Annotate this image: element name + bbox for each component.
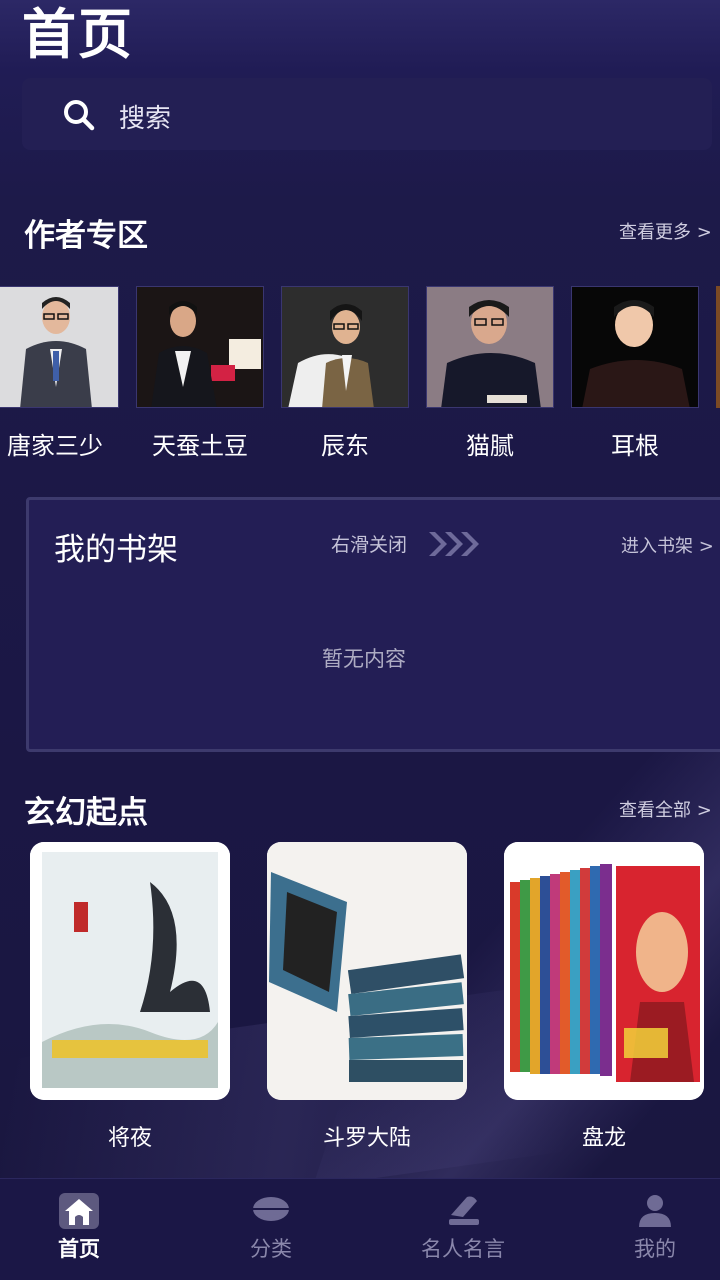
author-card-maoni[interactable]: 猫腻 xyxy=(426,286,554,460)
author-name: 天蚕土豆 xyxy=(152,432,248,460)
tab-label: 我的 xyxy=(634,1237,676,1261)
authors-more-link[interactable]: 查看更多 > xyxy=(619,218,712,244)
author-name: 唐家三少 xyxy=(7,432,103,460)
tab-label: 名人名言 xyxy=(421,1237,505,1261)
book-title: 斗罗大陆 xyxy=(322,1126,411,1151)
fantasy-section-title: 玄幻起点 xyxy=(24,795,148,831)
bookshelf-card[interactable]: 我的书架 右滑关闭 进入书架 > 暂无内容 xyxy=(26,497,720,752)
author-photo xyxy=(136,286,264,408)
author-name: 耳根 xyxy=(611,432,659,460)
tab-label: 分类 xyxy=(250,1237,292,1261)
bookshelf-title: 我的书架 xyxy=(54,532,178,568)
swipe-close-hint: 右滑关闭 xyxy=(331,534,408,556)
search-icon xyxy=(64,100,95,131)
author-photo xyxy=(571,286,699,408)
tab-category[interactable]: 分类 xyxy=(201,1179,341,1280)
home-icon xyxy=(59,1193,99,1229)
author-name: 辰东 xyxy=(321,432,369,460)
tab-home[interactable]: 首页 xyxy=(9,1179,149,1280)
bottom-tab-bar: 首页 分类 名人名言 我的 xyxy=(0,1178,720,1280)
author-name: 猫腻 xyxy=(466,432,514,460)
author-card-tiancantudou[interactable]: 天蚕土豆 xyxy=(136,286,264,460)
author-photo-partial xyxy=(716,286,720,408)
author-photo xyxy=(0,286,119,408)
chevrons-right-icon xyxy=(429,532,479,556)
category-icon xyxy=(253,1197,289,1221)
book-title: 盘龙 xyxy=(581,1126,626,1151)
bookshelf-empty-text: 暂无内容 xyxy=(322,647,406,671)
enter-bookshelf-link[interactable]: 进入书架 > xyxy=(621,532,714,558)
book-card-douluodalu[interactable]: 斗罗大陆 xyxy=(267,842,467,1151)
author-photo xyxy=(281,286,409,408)
book-cover xyxy=(30,842,230,1100)
book-cover xyxy=(267,842,467,1100)
page-title: 首页 xyxy=(22,3,134,66)
author-photo xyxy=(426,286,554,408)
quote-icon xyxy=(449,1196,479,1225)
book-cover xyxy=(504,842,704,1100)
author-card-chendong[interactable]: 辰东 xyxy=(281,286,409,460)
profile-icon xyxy=(639,1195,671,1227)
tab-quotes[interactable]: 名人名言 xyxy=(393,1179,533,1280)
authors-section-title: 作者专区 xyxy=(24,218,148,254)
author-card-tangjiasanshao[interactable]: 唐家三少 xyxy=(0,286,119,460)
search-bar[interactable]: 搜索 xyxy=(22,78,712,150)
search-input[interactable]: 搜索 xyxy=(119,98,171,135)
fantasy-more-link[interactable]: 查看全部 > xyxy=(619,796,712,822)
tab-profile[interactable]: 我的 xyxy=(585,1179,720,1280)
book-card-jiangye[interactable]: 将夜 xyxy=(30,842,230,1151)
book-card-panlong[interactable]: 盘龙 xyxy=(504,842,704,1151)
tab-label: 首页 xyxy=(58,1237,100,1261)
book-title: 将夜 xyxy=(107,1126,152,1151)
author-card-ergen[interactable]: 耳根 xyxy=(571,286,699,460)
